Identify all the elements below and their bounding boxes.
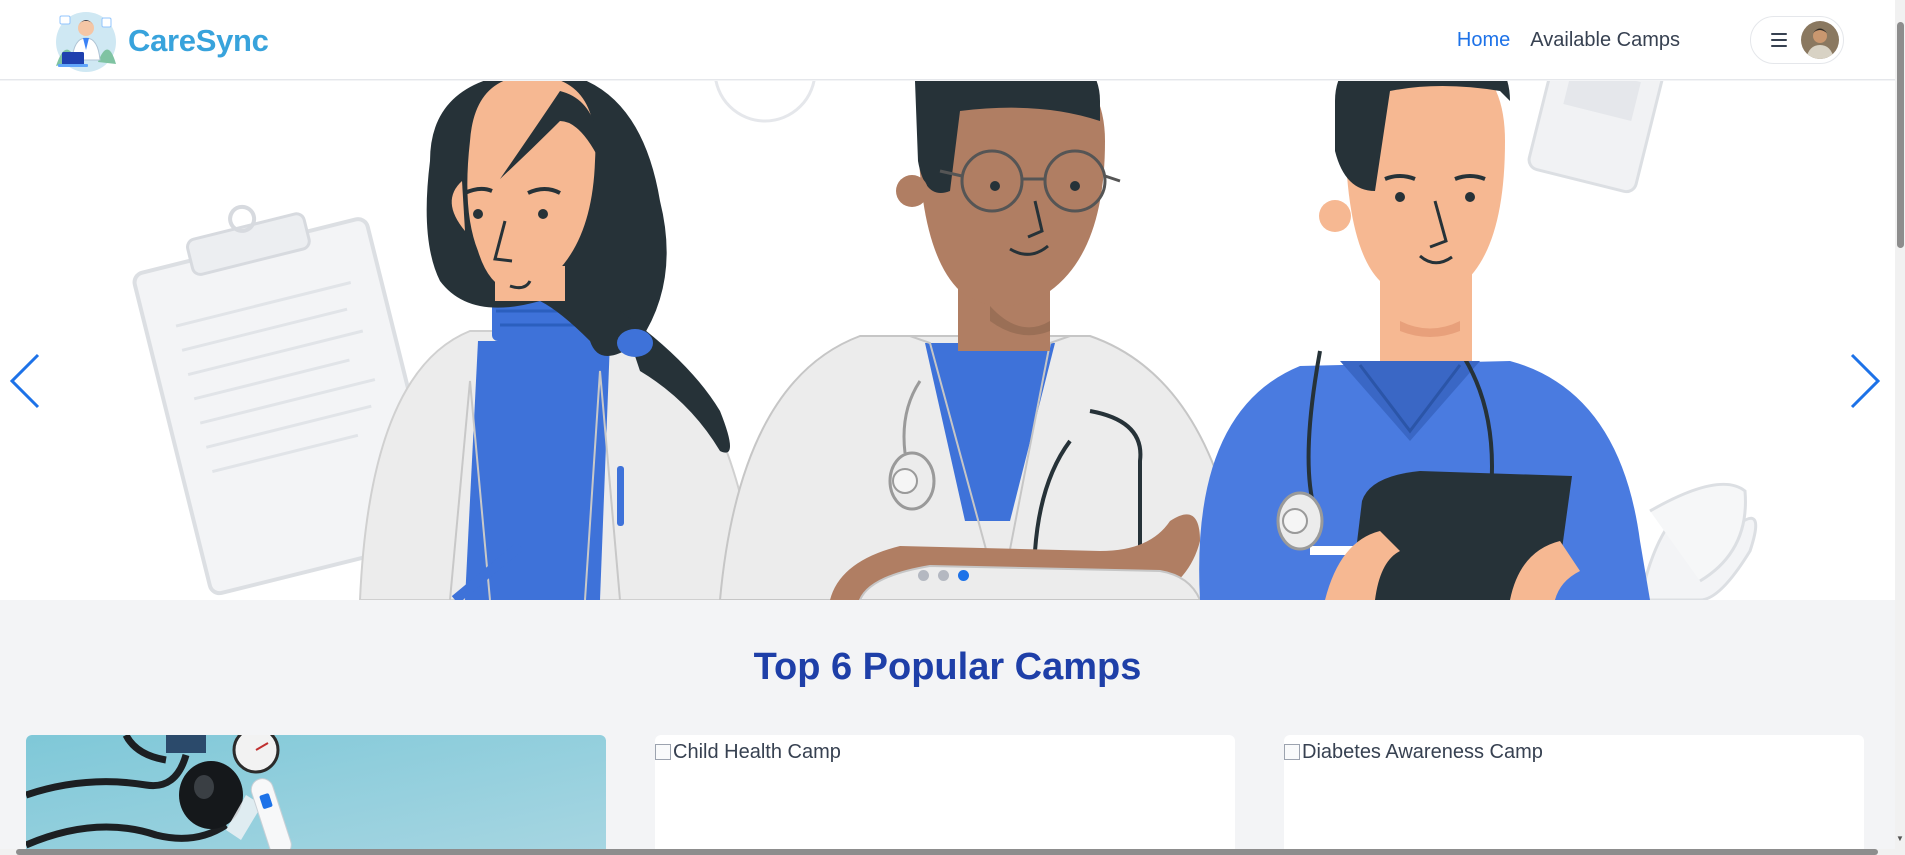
doctor-logo-icon — [56, 12, 116, 72]
popular-camps-title: Top 6 Popular Camps — [753, 646, 1142, 688]
nav-home-link[interactable]: Home — [1457, 29, 1510, 52]
camp-card[interactable]: Diabetes Awareness Camp — [1284, 735, 1864, 855]
camp-card-image: Child Health Camp — [655, 735, 1235, 764]
carousel-dot-2[interactable] — [938, 570, 949, 581]
nav-links: Home Available Camps — [1457, 0, 1700, 80]
horizontal-scrollbar-thumb[interactable] — [16, 849, 1878, 855]
vertical-scrollbar[interactable]: ▼ — [1895, 0, 1905, 855]
camp-image-alt-text: Diabetes Awareness Camp — [1302, 741, 1543, 763]
carousel-dot-1[interactable] — [918, 570, 929, 581]
carousel-prev-arrow-icon[interactable] — [8, 351, 42, 411]
nav-available-camps-link[interactable]: Available Camps — [1530, 29, 1680, 52]
carousel-pagination — [918, 570, 969, 581]
scroll-down-arrow-icon[interactable]: ▼ — [1896, 834, 1904, 843]
user-menu-button[interactable] — [1750, 16, 1844, 64]
camp-card-image — [26, 735, 606, 855]
doctors-illustration — [132, 81, 1758, 600]
camp-card[interactable] — [26, 735, 606, 855]
carousel-dot-3[interactable] — [958, 570, 969, 581]
horizontal-scrollbar[interactable] — [0, 849, 1895, 855]
brand-name: CareSync — [128, 23, 269, 58]
brand-logo[interactable]: CareSync — [46, 6, 269, 76]
navbar: CareSync Home Available Camps — [0, 0, 1895, 80]
hero-carousel — [0, 81, 1895, 600]
camp-card[interactable]: Child Health Camp — [655, 735, 1235, 855]
camp-image-alt-text: Child Health Camp — [673, 741, 841, 763]
broken-image-icon — [1284, 744, 1300, 760]
broken-image-icon — [655, 744, 671, 760]
hamburger-menu-icon — [1771, 33, 1787, 47]
avatar — [1801, 21, 1839, 59]
vertical-scrollbar-thumb[interactable] — [1897, 22, 1904, 248]
carousel-next-arrow-icon[interactable] — [1848, 351, 1882, 411]
camp-card-image: Diabetes Awareness Camp — [1284, 735, 1864, 764]
